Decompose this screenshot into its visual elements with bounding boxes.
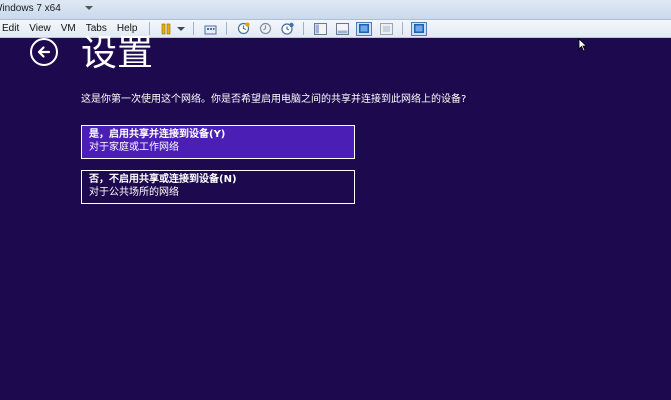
menu-view[interactable]: View (26, 23, 58, 34)
snapshot-icon[interactable] (235, 22, 251, 36)
console-view-icon[interactable] (411, 21, 428, 36)
guest-screen[interactable]: 设置 这是你第一次使用这个网络。你是否希望启用电脑之间的共享并连接到此网络上的设… (0, 33, 671, 400)
full-screen-icon[interactable] (356, 21, 373, 36)
menu-edit[interactable]: Edit (0, 23, 26, 34)
back-arrow-icon[interactable] (30, 38, 58, 66)
pause-icon[interactable] (158, 22, 174, 36)
toolbar-separator (303, 22, 305, 35)
toolbar-separator (402, 22, 404, 35)
library-view-icon[interactable] (312, 22, 328, 36)
page-title: 设置 (81, 33, 154, 74)
toolbar-separator (193, 22, 195, 35)
snapshot-manager-icon[interactable] (279, 22, 295, 36)
unity-icon[interactable] (378, 22, 394, 36)
thumbnail-bar-icon[interactable] (334, 22, 350, 36)
revert-snapshot-icon[interactable] (257, 22, 273, 36)
toolbar-separator (226, 22, 228, 35)
menu-vm[interactable]: VM (58, 23, 83, 34)
dropdown-arrow-icon[interactable] (177, 22, 186, 36)
option-description: 对于公共场所的网络 (89, 187, 179, 198)
option-title: 是，启用共享并连接到设备(Y) (89, 129, 226, 140)
window-title: Windows 7 x64 (0, 3, 61, 14)
mouse-cursor-icon (578, 38, 588, 52)
tab-chevron-icon[interactable] (85, 6, 93, 10)
window-title-bar: Windows 7 x64 (0, 0, 671, 20)
network-sharing-question: 这是你第一次使用这个网络。你是否希望启用电脑之间的共享并连接到此网络上的设备? (81, 94, 467, 105)
option-description: 对于家庭或工作网络 (89, 142, 179, 153)
send-keys-icon[interactable] (202, 22, 218, 36)
option-enable-sharing[interactable]: 是，启用共享并连接到设备(Y) 对于家庭或工作网络 (81, 125, 355, 159)
option-title: 否，不启用共享或连接到设备(N) (89, 174, 237, 185)
option-disable-sharing[interactable]: 否，不启用共享或连接到设备(N) 对于公共场所的网络 (81, 170, 355, 204)
